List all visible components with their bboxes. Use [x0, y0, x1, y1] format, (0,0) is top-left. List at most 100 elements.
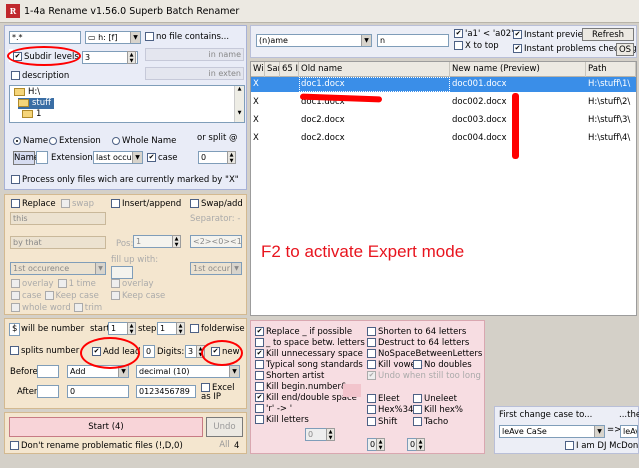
- replace-checkbox[interactable]: Replace: [11, 199, 56, 210]
- instant-preview-checkbox[interactable]: ✔ Instant preview: [513, 30, 590, 41]
- undo-all-button[interactable]: Undo All: [206, 417, 243, 450]
- step-spinner[interactable]: ▲ ▼: [176, 322, 185, 335]
- col-header-path[interactable]: Path: [586, 62, 636, 77]
- col-header-old-name[interactable]: Old name: [299, 62, 450, 77]
- option-col2-checkbox[interactable]: Tacho: [413, 417, 448, 428]
- tree-item-stuff[interactable]: stuff: [18, 98, 55, 109]
- tree-item-1[interactable]: 1: [22, 109, 41, 120]
- split-spinner[interactable]: ▲ ▼: [227, 151, 236, 164]
- col-header-65[interactable]: 65 I: [280, 62, 299, 77]
- swap-add-checkbox[interactable]: Swap/add: [190, 199, 243, 210]
- os-button[interactable]: OS: [616, 43, 634, 56]
- split-input[interactable]: 0: [198, 151, 228, 164]
- tree-item-root[interactable]: H:\: [14, 87, 40, 98]
- step-input[interactable]: 1: [157, 322, 177, 335]
- radio-name[interactable]: Name: [13, 136, 48, 147]
- name-pattern-select[interactable]: (n)ame ▼: [256, 34, 372, 47]
- x-to-top-checkbox[interactable]: X to top: [454, 41, 499, 52]
- folderwise-checkbox[interactable]: folderwise: [190, 324, 245, 335]
- replace-this-input[interactable]: this: [10, 212, 106, 225]
- option-col2-checkbox[interactable]: Eleet: [367, 394, 400, 405]
- dj-checkbox[interactable]: I am DJ McDon: [565, 441, 638, 452]
- spin-b[interactable]: ▲ ▼: [416, 438, 425, 451]
- occurrence-select[interactable]: last occu ▼: [93, 151, 143, 164]
- in-name-input[interactable]: in name: [145, 48, 244, 61]
- option-col1-checkbox[interactable]: Kill begin.number&..: [255, 382, 353, 393]
- then-case-select[interactable]: leAve: [620, 425, 638, 438]
- option-col1-checkbox[interactable]: 'r' -> ': [255, 404, 292, 415]
- name-input[interactable]: [36, 151, 48, 164]
- radio-whole-name[interactable]: Whole Name: [112, 136, 176, 147]
- option-col1-checkbox[interactable]: ✔ Kill unnecessary space: [255, 349, 363, 360]
- subdir-spinner[interactable]: ▲ ▼: [127, 51, 136, 64]
- pattern-input[interactable]: <2><0><1>: [190, 235, 242, 248]
- kill-letters-spinner[interactable]: ▲ ▼: [326, 428, 335, 441]
- pos-spinner[interactable]: ▲ ▼: [172, 235, 181, 248]
- option-col1-checkbox[interactable]: Typical song standards: [255, 360, 363, 371]
- option-col2-checkbox[interactable]: NoSpaceBetweenLetters: [367, 349, 482, 360]
- annotation-circle: [80, 337, 140, 369]
- before-input[interactable]: [37, 365, 59, 378]
- name-button[interactable]: Name: [13, 151, 39, 165]
- overlay-checkbox-2[interactable]: overlay: [111, 279, 154, 290]
- mask-input[interactable]: *.*: [9, 31, 81, 44]
- pos-input[interactable]: 1: [133, 235, 173, 248]
- replace-by-input[interactable]: by that: [10, 236, 106, 249]
- radio-extension[interactable]: Extension: [49, 136, 101, 147]
- option-col2-checkbox[interactable]: ✔ Undo when still too long: [367, 371, 481, 382]
- after-value-input[interactable]: 0: [67, 385, 129, 398]
- spin-a[interactable]: ▲ ▼: [376, 438, 385, 451]
- case-keep-checkbox[interactable]: case Keep case: [11, 291, 99, 302]
- case-checkbox[interactable]: ✔ case: [147, 153, 178, 164]
- table-row[interactable]: Xdoc1.docx doc001.docx H:\stuff\1\: [251, 77, 636, 92]
- whole-word-checkbox[interactable]: whole word trim: [11, 303, 102, 314]
- case-select[interactable]: leAve CaSe ▼: [499, 425, 605, 438]
- fill-up-input[interactable]: [111, 266, 133, 279]
- option-col2-checkbox[interactable]: Shorten to 64 letters: [367, 327, 466, 338]
- option-col1-checkbox[interactable]: _ to space betw. letters: [255, 338, 365, 349]
- option-col2-checkbox[interactable]: Hex%34: [367, 405, 413, 416]
- option-col2-checkbox[interactable]: No doubles: [413, 360, 472, 371]
- n-input[interactable]: n: [377, 34, 449, 47]
- option-col1-checkbox[interactable]: ✔ Kill end/double space: [255, 393, 357, 404]
- refresh-button[interactable]: Refresh: [582, 28, 634, 41]
- after-input[interactable]: [37, 385, 59, 398]
- table-row[interactable]: Xdoc2.docx doc003.docx H:\stuff\3\: [251, 113, 636, 128]
- in-exten-input[interactable]: in exten: [145, 67, 244, 80]
- leading-input[interactable]: 0: [143, 345, 155, 358]
- dont-rename-checkbox[interactable]: Don't rename problematic files (!,D,0): [10, 441, 183, 452]
- no-file-contains-checkbox[interactable]: no file contains...: [145, 32, 229, 43]
- first-occurrence-select-2[interactable]: 1st occur ▼: [190, 262, 242, 275]
- col-header-new-name[interactable]: New name (Preview): [450, 62, 586, 77]
- first-occurrence-select[interactable]: 1st occurence ▼: [10, 262, 106, 275]
- splits-number-checkbox[interactable]: splits number: [10, 346, 79, 357]
- kill-letters-input[interactable]: 0: [305, 428, 327, 441]
- option-col2-checkbox[interactable]: Kill hex%: [413, 405, 463, 416]
- option-col1-checkbox[interactable]: Shorten artist: [255, 371, 324, 382]
- swap-checkbox[interactable]: swap: [61, 199, 94, 210]
- sort-checkbox[interactable]: ✔'a1' < 'a02': [454, 29, 514, 40]
- overlay-checkbox[interactable]: overlay 1 time: [11, 279, 96, 290]
- option-col2-checkbox[interactable]: Destruct to 64 letters: [367, 338, 469, 349]
- insert-append-checkbox[interactable]: Insert/append: [111, 199, 181, 210]
- option-col2-checkbox[interactable]: Uneleet: [413, 394, 457, 405]
- keep-case-checkbox-2[interactable]: Keep case: [111, 291, 165, 302]
- process-marked-checkbox[interactable]: Process only files wich are currently ma…: [11, 175, 239, 186]
- start-button[interactable]: Start (4): [9, 417, 203, 437]
- drive-select[interactable]: ▭ h: [f] ▼: [85, 31, 141, 44]
- folder-tree[interactable]: H:\ stuff 1 ▲ ▼: [9, 85, 245, 123]
- start-input[interactable]: 1: [108, 322, 128, 335]
- tree-scrollbar[interactable]: ▲ ▼: [234, 86, 244, 122]
- base-select[interactable]: decimal (10) ▼: [136, 365, 240, 378]
- table-row[interactable]: Xdoc2.docx doc004.docx H:\stuff\4\: [251, 131, 636, 146]
- col-header-sar[interactable]: Sar: [265, 62, 280, 77]
- dollar-input[interactable]: $: [9, 323, 21, 336]
- option-col1-checkbox[interactable]: Kill letters: [255, 415, 309, 426]
- start-spinner[interactable]: ▲ ▼: [127, 322, 136, 335]
- col-header-will[interactable]: Will: [251, 62, 265, 77]
- option-col2-checkbox[interactable]: Shift: [367, 417, 397, 428]
- option-col1-checkbox[interactable]: ✔ Replace _ if possible: [255, 327, 352, 338]
- description-checkbox[interactable]: description: [11, 71, 69, 82]
- digit-set-input[interactable]: 0123456789: [136, 385, 196, 398]
- excel-ip-checkbox[interactable]: Excel as IP: [201, 383, 245, 402]
